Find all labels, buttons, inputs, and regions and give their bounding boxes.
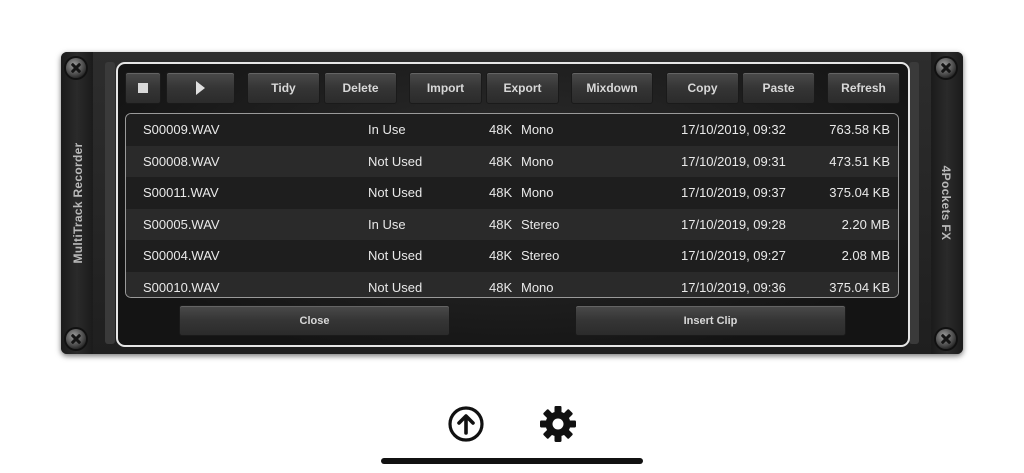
- file-sample-rate: 48K: [489, 216, 513, 232]
- file-row[interactable]: S00009.WAV In Use 48K Mono 17/10/2019, 0…: [126, 114, 898, 146]
- file-name: S00005.WAV: [143, 216, 220, 232]
- delete-button[interactable]: Delete: [324, 72, 397, 104]
- file-date: 17/10/2019, 09:32: [681, 122, 786, 137]
- copy-button[interactable]: Copy: [666, 72, 739, 104]
- file-sample-rate: 48K: [489, 185, 513, 200]
- file-sample-rate: 48K: [489, 279, 513, 295]
- file-date: 17/10/2019, 09:27: [681, 248, 786, 263]
- file-size: 763.58 KB: [829, 122, 890, 137]
- file-channels: Mono: [521, 185, 554, 200]
- file-list[interactable]: S00009.WAV In Use 48K Mono 17/10/2019, 0…: [125, 113, 899, 298]
- play-button[interactable]: [166, 72, 235, 104]
- screw-icon: [936, 58, 956, 78]
- stop-button[interactable]: [125, 72, 161, 104]
- screw-icon: [66, 329, 86, 349]
- brand-label: 4Pockets FX: [939, 165, 953, 241]
- file-name: S00011.WAV: [143, 185, 219, 200]
- export-button[interactable]: Export: [486, 72, 559, 104]
- file-channels: Mono: [521, 122, 554, 137]
- file-status: In Use: [368, 122, 406, 137]
- play-icon: [196, 81, 205, 95]
- settings-button[interactable]: [538, 404, 578, 444]
- insert-clip-button[interactable]: Insert Clip: [575, 305, 846, 336]
- file-name: S00008.WAV: [143, 153, 220, 169]
- file-channels: Stereo: [521, 216, 560, 232]
- file-size: 2.20 MB: [841, 216, 890, 232]
- file-channels: Mono: [521, 153, 554, 169]
- file-row[interactable]: S00008.WAV Not Used 48K Mono 17/10/2019,…: [126, 145, 898, 177]
- file-name: S00010.WAV: [143, 279, 220, 295]
- rack-inner-strip-left: [105, 62, 115, 344]
- file-date: 17/10/2019, 09:28: [681, 216, 786, 232]
- close-button[interactable]: Close: [179, 305, 450, 336]
- home-indicator[interactable]: [381, 458, 643, 464]
- file-sample-rate: 48K: [489, 153, 513, 169]
- file-channels: Mono: [521, 279, 554, 295]
- file-row[interactable]: S00004.WAV Not Used 48K Stereo 17/10/201…: [126, 240, 898, 272]
- file-status: Not Used: [368, 248, 423, 263]
- file-sample-rate: 48K: [489, 248, 513, 263]
- screw-icon: [936, 329, 956, 349]
- rack-inner-strip-right: [909, 62, 919, 344]
- file-channels: Stereo: [521, 248, 560, 263]
- file-sample-rate: 48K: [489, 122, 513, 137]
- upload-icon: [448, 406, 484, 442]
- file-date: 17/10/2019, 09:36: [681, 279, 786, 295]
- paste-button[interactable]: Paste: [742, 72, 815, 104]
- file-name: S00004.WAV: [143, 248, 220, 263]
- file-size: 2.08 MB: [841, 248, 890, 263]
- screw-icon: [66, 58, 86, 78]
- file-row[interactable]: S00011.WAV Not Used 48K Mono 17/10/2019,…: [126, 177, 898, 209]
- refresh-button[interactable]: Refresh: [827, 72, 900, 104]
- file-status: Not Used: [368, 153, 423, 169]
- file-date: 17/10/2019, 09:37: [681, 185, 786, 200]
- file-row[interactable]: S00010.WAV Not Used 48K Mono 17/10/2019,…: [126, 271, 898, 297]
- file-row[interactable]: S00005.WAV In Use 48K Stereo 17/10/2019,…: [126, 208, 898, 240]
- upload-button[interactable]: [446, 404, 486, 444]
- file-status: Not Used: [368, 279, 423, 295]
- file-status: In Use: [368, 216, 406, 232]
- file-size: 375.04 KB: [829, 279, 890, 295]
- mixdown-button[interactable]: Mixdown: [571, 72, 653, 104]
- import-button[interactable]: Import: [409, 72, 482, 104]
- stop-icon: [138, 83, 148, 93]
- file-status: Not Used: [368, 185, 423, 200]
- file-name: S00009.WAV: [143, 122, 220, 137]
- tidy-button[interactable]: Tidy: [247, 72, 320, 104]
- file-date: 17/10/2019, 09:31: [681, 153, 786, 169]
- file-size: 473.51 KB: [829, 153, 890, 169]
- app-title-label: MultiTrack Recorder: [71, 142, 85, 264]
- gear-icon: [540, 406, 576, 442]
- file-size: 375.04 KB: [829, 185, 890, 200]
